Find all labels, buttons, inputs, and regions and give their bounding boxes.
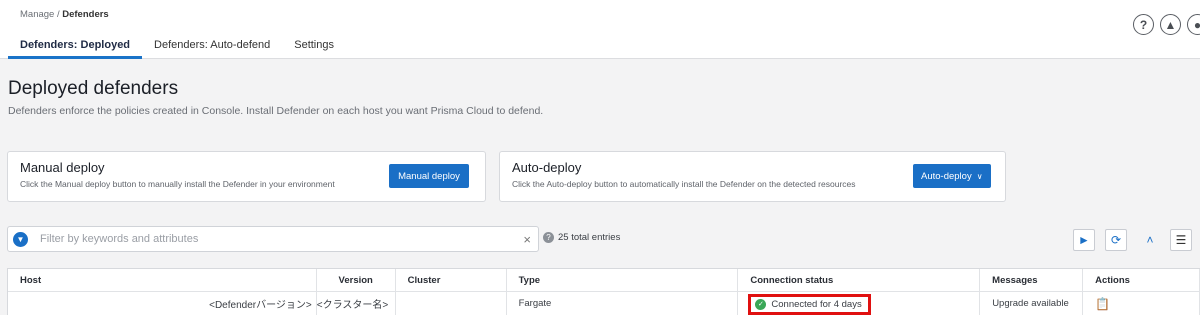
help-icon[interactable]: ?	[1133, 14, 1154, 35]
auto-deploy-title: Auto-deploy	[512, 160, 582, 175]
auto-deploy-button[interactable]: Auto-deploy ∨	[913, 164, 991, 188]
manual-deploy-card: Manual deploy Click the Manual deploy bu…	[7, 151, 486, 202]
page-title: Deployed defenders	[8, 78, 179, 99]
header-connection-status[interactable]: Connection status	[738, 269, 981, 291]
cell-version: <Defenderバージョン>	[8, 292, 317, 315]
manual-deploy-title: Manual deploy	[20, 160, 105, 175]
breadcrumb-current: Defenders	[62, 9, 109, 20]
tab-settings[interactable]: Settings	[282, 37, 346, 59]
tab-bar: Defenders: Deployed Defenders: Auto-defe…	[8, 37, 346, 59]
status-label: Connected for 4 days	[771, 298, 862, 310]
user-icon[interactable]: ●	[1187, 14, 1200, 35]
breadcrumb-parent[interactable]: Manage /	[20, 9, 62, 20]
manual-deploy-description: Click the Manual deploy button to manual…	[20, 179, 335, 189]
total-entries: ? 25 total entries	[543, 232, 620, 243]
refresh-icon: ⟳	[1110, 233, 1122, 247]
export-csv-button[interactable]: ►	[1073, 229, 1095, 251]
notification-icon[interactable]: ▲	[1160, 14, 1181, 35]
auto-deploy-card: Auto-deploy Click the Auto-deploy button…	[499, 151, 1006, 202]
header-type[interactable]: Type	[507, 269, 739, 291]
cell-connection-status: ✓ Connected for 4 days	[738, 292, 981, 315]
top-icons: ? ▲ ●	[1133, 14, 1200, 35]
columns-button[interactable]: ☰	[1170, 229, 1192, 251]
header-messages[interactable]: Messages	[980, 269, 1084, 291]
cell-cluster: <クラスター名>	[317, 292, 396, 315]
header-cluster[interactable]: Cluster	[396, 269, 507, 291]
filter-input[interactable]: ▼ Filter by keywords and attributes ×	[7, 226, 539, 252]
header-actions: Actions	[1083, 269, 1200, 291]
question-icon: ?	[543, 232, 554, 243]
check-circle-icon: ✓	[755, 298, 767, 310]
breadcrumb: Manage / Defenders	[20, 9, 109, 20]
columns-icon: ☰	[1175, 233, 1187, 247]
page-subtitle: Defenders enforce the policies created i…	[8, 105, 544, 117]
tab-defenders-deployed[interactable]: Defenders: Deployed	[8, 37, 143, 59]
header-version[interactable]: Version	[317, 269, 396, 291]
defenders-table: Host Version Cluster Type Connection sta…	[7, 268, 1200, 315]
close-icon[interactable]: ×	[523, 232, 531, 247]
filter-icon[interactable]: ▼	[13, 232, 28, 247]
top-bar: Manage / Defenders Defenders: Deployed D…	[0, 0, 1200, 59]
table-row[interactable]: <Defenderバージョン> <クラスター名> Fargate ✓ Conne…	[8, 292, 1200, 315]
total-entries-label: 25 total entries	[558, 232, 621, 243]
chevron-down-icon: ∨	[976, 171, 983, 181]
header-host[interactable]: Host	[8, 269, 317, 291]
auto-deploy-description: Click the Auto-deploy button to automati…	[512, 179, 856, 189]
cell-spacer	[396, 292, 507, 315]
tab-defenders-auto-defend[interactable]: Defenders: Auto-defend	[142, 37, 282, 59]
clipboard-icon[interactable]: 📋	[1095, 297, 1110, 311]
refresh-button[interactable]: ⟳	[1105, 229, 1127, 251]
export-icon: ►	[1078, 233, 1090, 247]
cell-messages: Upgrade available	[980, 292, 1084, 315]
collapse-button[interactable]: ˄	[1139, 229, 1161, 251]
manual-deploy-button[interactable]: Manual deploy	[389, 164, 469, 188]
auto-deploy-label: Auto-deploy	[921, 170, 972, 182]
chevron-up-icon: ˄	[1146, 233, 1154, 247]
table-header: Host Version Cluster Type Connection sta…	[8, 269, 1200, 292]
cell-type: Fargate	[507, 292, 739, 315]
status-highlight: ✓ Connected for 4 days	[748, 293, 871, 315]
filter-placeholder: Filter by keywords and attributes	[40, 233, 199, 245]
cell-actions: 📋	[1083, 292, 1200, 315]
